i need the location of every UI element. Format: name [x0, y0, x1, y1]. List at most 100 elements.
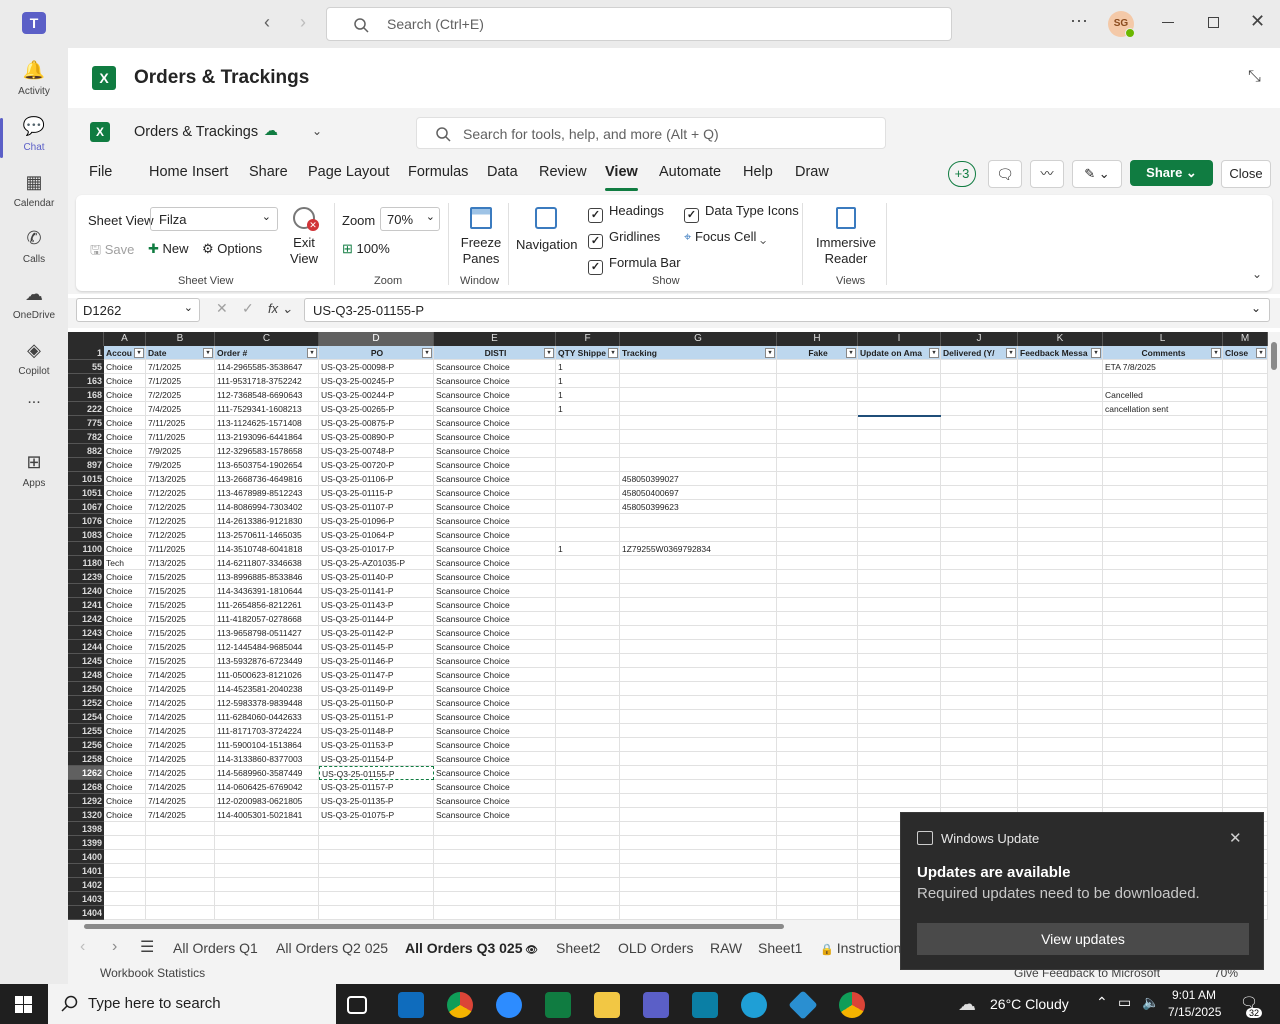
cell-d[interactable]: US-Q3-25-00720-P [319, 458, 434, 472]
taskbar-search[interactable]: Type here to search [48, 984, 336, 1024]
cell-e[interactable]: Scansource Choice [434, 402, 556, 416]
cell-k[interactable] [1018, 752, 1103, 766]
cell-k[interactable] [1018, 514, 1103, 528]
cell-l[interactable] [1103, 598, 1223, 612]
cell-c[interactable]: 112-1445484-9685044 [215, 640, 319, 654]
cell-b[interactable]: 7/4/2025 [146, 402, 215, 416]
cell-a[interactable]: Choice [104, 654, 146, 668]
cell-d[interactable]: US-Q3-25-01140-P [319, 570, 434, 584]
tab-formulas[interactable]: Formulas [408, 164, 468, 180]
filter-dropdown-icon[interactable]: ▾ [1091, 348, 1101, 358]
filter-dropdown-icon[interactable]: ▾ [846, 348, 856, 358]
cell-j[interactable] [941, 514, 1018, 528]
cell-f[interactable] [556, 430, 620, 444]
close-window-icon[interactable]: ✕ [1250, 11, 1265, 32]
cell-h[interactable] [777, 360, 858, 374]
sheet-tab-sheet2[interactable]: Sheet2 [556, 940, 600, 956]
column-title-i[interactable]: Update on Ama ▾ [858, 346, 941, 360]
cell-h[interactable] [777, 696, 858, 710]
cell-e[interactable]: Scansource Choice [434, 374, 556, 388]
vertical-scrollbar[interactable] [1268, 332, 1280, 920]
cell-j[interactable] [941, 570, 1018, 584]
rail-item-calls[interactable]: ✆ Calls [0, 222, 68, 278]
cell-a[interactable]: Choice [104, 710, 146, 724]
cell-d[interactable]: US-Q3-25-01146-P [319, 654, 434, 668]
task-view-icon[interactable] [347, 996, 367, 1014]
cell-g[interactable] [620, 724, 777, 738]
cell-k[interactable] [1018, 584, 1103, 598]
cell-e[interactable]: Scansource Choice [434, 458, 556, 472]
cell-j[interactable] [941, 752, 1018, 766]
cell-m[interactable] [1223, 710, 1268, 724]
cell-b[interactable]: 7/15/2025 [146, 612, 215, 626]
column-header-d[interactable]: D [319, 332, 434, 346]
cell-d[interactable]: US-Q3-25-01149-P [319, 682, 434, 696]
cell-l[interactable]: Cancelled [1103, 388, 1223, 402]
cell-d[interactable]: US-Q3-25-01075-P [319, 808, 434, 822]
rail-item-activity[interactable]: 🔔 Activity [0, 54, 68, 110]
cell-c[interactable]: 114-8086994-7303402 [215, 500, 319, 514]
cell-h[interactable] [777, 458, 858, 472]
teams-search-input[interactable]: Search (Ctrl+E) [326, 7, 952, 41]
cell-c[interactable]: 114-3510748-6041818 [215, 542, 319, 556]
cell-m[interactable] [1223, 794, 1268, 808]
cell-c[interactable]: 113-2668736-4649816 [215, 472, 319, 486]
cell-e[interactable] [434, 822, 556, 836]
column-header-j[interactable]: J [941, 332, 1018, 346]
cell-m[interactable] [1223, 584, 1268, 598]
file-explorer-icon[interactable] [594, 992, 620, 1018]
cell-h[interactable] [777, 612, 858, 626]
row-header[interactable]: 1398 [68, 822, 104, 836]
cell-k[interactable] [1018, 710, 1103, 724]
cell-c[interactable]: 111-2654856-8212261 [215, 598, 319, 612]
cell-l[interactable] [1103, 416, 1223, 430]
cell-a[interactable]: Choice [104, 472, 146, 486]
cell-i[interactable] [858, 654, 941, 668]
cell-m[interactable] [1223, 654, 1268, 668]
cell-i[interactable] [858, 402, 941, 416]
cell-m[interactable] [1223, 542, 1268, 556]
cell-f[interactable] [556, 640, 620, 654]
cell-j[interactable] [941, 724, 1018, 738]
cell-a[interactable]: Choice [104, 402, 146, 416]
excel-search-input[interactable]: Search for tools, help, and more (Alt + … [416, 117, 886, 149]
cell-e[interactable]: Scansource Choice [434, 612, 556, 626]
cell-m[interactable] [1223, 430, 1268, 444]
cell-l[interactable] [1103, 654, 1223, 668]
cell-g[interactable] [620, 360, 777, 374]
cell-c[interactable]: 113-1124625-1571408 [215, 416, 319, 430]
cell-h[interactable] [777, 570, 858, 584]
row-header[interactable]: 1403 [68, 892, 104, 906]
filter-dropdown-icon[interactable]: ▾ [203, 348, 213, 358]
view-options-button[interactable]: ⚙ Options [202, 241, 262, 257]
column-header-a[interactable]: A [104, 332, 146, 346]
cell-m[interactable] [1223, 570, 1268, 584]
cell-e[interactable]: Scansource Choice [434, 472, 556, 486]
row-header[interactable]: 222 [68, 402, 104, 416]
cell-j[interactable] [941, 500, 1018, 514]
cell-c[interactable]: 112-7368548-6690643 [215, 388, 319, 402]
cell-a[interactable]: Choice [104, 598, 146, 612]
cell-c[interactable]: 111-6284060-0442633 [215, 710, 319, 724]
cell-j[interactable] [941, 654, 1018, 668]
tab-insert[interactable]: Insert [192, 164, 228, 180]
cell-c[interactable]: 113-2193096-6441864 [215, 430, 319, 444]
cell-b[interactable]: 7/14/2025 [146, 808, 215, 822]
column-title-h[interactable]: Fake ▾ [777, 346, 858, 360]
cell-c[interactable]: 114-6211807-3346638 [215, 556, 319, 570]
row-header[interactable]: 897 [68, 458, 104, 472]
cell-k[interactable] [1018, 542, 1103, 556]
cell-k[interactable] [1018, 640, 1103, 654]
cell-h[interactable] [777, 444, 858, 458]
formula-bar-checkbox[interactable]: ✓ Formula Bar [588, 255, 681, 275]
cell-j[interactable] [941, 738, 1018, 752]
filter-dropdown-icon[interactable]: ▾ [1256, 348, 1266, 358]
column-header-c[interactable]: C [215, 332, 319, 346]
cell-c[interactable]: 111-7529341-1608213 [215, 402, 319, 416]
cell-f[interactable] [556, 696, 620, 710]
cell-d[interactable]: US-Q3-25-01143-P [319, 598, 434, 612]
cell-e[interactable]: Scansource Choice [434, 514, 556, 528]
cell-b[interactable]: 7/15/2025 [146, 584, 215, 598]
cell-a[interactable] [104, 836, 146, 850]
data-type-icons-checkbox[interactable]: ✓ Data Type Icons [684, 203, 799, 223]
